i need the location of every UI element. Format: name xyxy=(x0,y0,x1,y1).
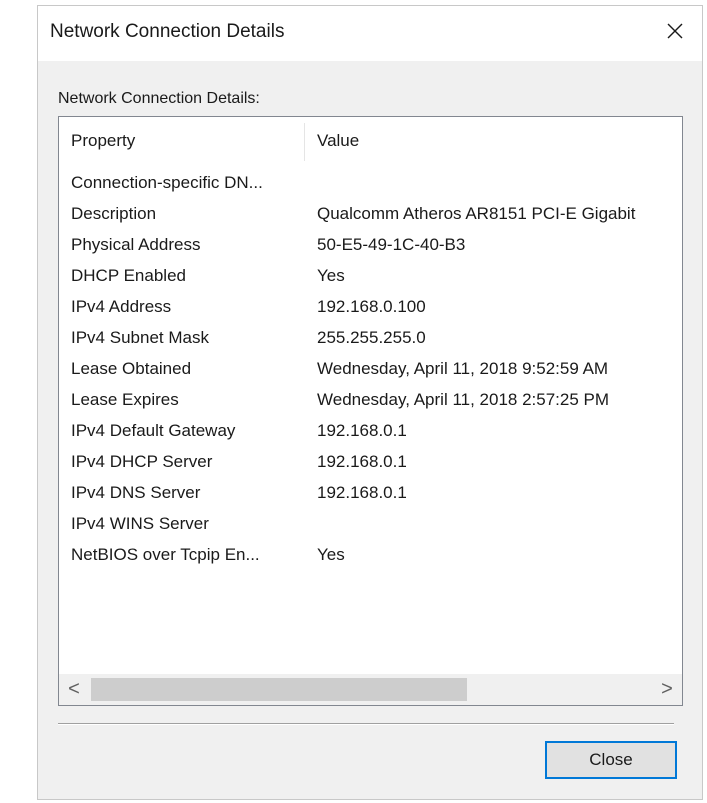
column-header-property[interactable]: Property xyxy=(71,131,135,151)
list-item[interactable]: IPv4 WINS Server xyxy=(59,509,682,540)
column-header-value[interactable]: Value xyxy=(317,131,359,151)
title-bar: Network Connection Details xyxy=(38,6,702,61)
list-item[interactable]: IPv4 Subnet Mask 255.255.255.0 xyxy=(59,323,682,354)
property-cell: IPv4 WINS Server xyxy=(71,514,209,533)
value-cell: 192.168.0.100 xyxy=(317,297,426,316)
scroll-thumb[interactable] xyxy=(91,678,467,701)
list-item[interactable]: Connection-specific DN... xyxy=(59,168,682,199)
value-cell: 50-E5-49-1C-40-B3 xyxy=(317,235,466,254)
value-cell: Qualcomm Atheros AR8151 PCI-E Gigabit xyxy=(317,204,636,223)
property-cell: DHCP Enabled xyxy=(71,266,186,285)
column-divider[interactable] xyxy=(304,123,305,161)
value-cell: 255.255.255.0 xyxy=(317,328,426,347)
group-label: Network Connection Details: xyxy=(58,90,260,107)
value-cell: Yes xyxy=(317,545,345,564)
close-x-icon[interactable] xyxy=(660,16,690,46)
value-cell: 192.168.0.1 xyxy=(317,421,407,440)
value-cell: Wednesday, April 11, 2018 9:52:59 AM xyxy=(317,359,609,378)
property-cell: IPv4 DNS Server xyxy=(71,483,201,502)
property-cell: NetBIOS over Tcpip En... xyxy=(71,545,260,564)
list-item[interactable]: DHCP Enabled Yes xyxy=(59,261,682,292)
horizontal-scrollbar[interactable]: < > xyxy=(59,674,682,705)
property-cell: IPv4 DHCP Server xyxy=(71,452,213,471)
list-item[interactable]: IPv4 DHCP Server 192.168.0.1 xyxy=(59,447,682,478)
property-cell: Connection-specific DN... xyxy=(71,173,263,192)
scroll-right-icon[interactable]: > xyxy=(652,674,682,705)
value-cell: 192.168.0.1 xyxy=(317,452,407,471)
property-cell: Lease Expires xyxy=(71,390,179,409)
separator-line xyxy=(58,723,674,725)
property-cell: IPv4 Address xyxy=(71,297,172,316)
close-button[interactable]: Close xyxy=(545,741,677,779)
listview-rows: Connection-specific DN... Description Qual… xyxy=(59,168,682,571)
property-cell: Description xyxy=(71,204,157,223)
list-item[interactable]: NetBIOS over Tcpip En... Yes xyxy=(59,540,682,571)
property-cell: IPv4 Subnet Mask xyxy=(71,328,209,347)
details-listview[interactable]: Property Value Connection-specific DN...… xyxy=(58,116,683,706)
list-item[interactable]: Description Qualcomm Atheros AR8151 PCI-E… xyxy=(59,199,682,230)
property-cell: Physical Address xyxy=(71,235,201,254)
property-cell: Lease Obtained xyxy=(71,359,192,378)
list-item[interactable]: Lease Obtained Wednesday, April 11, 2018 … xyxy=(59,354,682,385)
value-cell: 192.168.0.1 xyxy=(317,483,407,502)
value-cell: Yes xyxy=(317,266,345,285)
network-details-dialog: Network Connection Details Network Conne… xyxy=(37,5,703,800)
property-cell: IPv4 Default Gateway xyxy=(71,421,236,440)
scroll-left-icon[interactable]: < xyxy=(59,674,89,705)
list-item[interactable]: IPv4 Default Gateway 192.168.0.1 xyxy=(59,416,682,447)
list-item[interactable]: IPv4 DNS Server 192.168.0.1 xyxy=(59,478,682,509)
list-item[interactable]: IPv4 Address 192.168.0.100 xyxy=(59,292,682,323)
list-item[interactable]: Lease Expires Wednesday, April 11, 2018 2… xyxy=(59,385,682,416)
value-cell: Wednesday, April 11, 2018 2:57:25 PM xyxy=(317,390,610,409)
listview-header: Property Value xyxy=(59,117,682,165)
window-title: Network Connection Details xyxy=(50,21,285,42)
list-item[interactable]: Physical Address 50-E5-49-1C-40-B3 xyxy=(59,230,682,261)
close-x-glyph xyxy=(667,23,683,39)
